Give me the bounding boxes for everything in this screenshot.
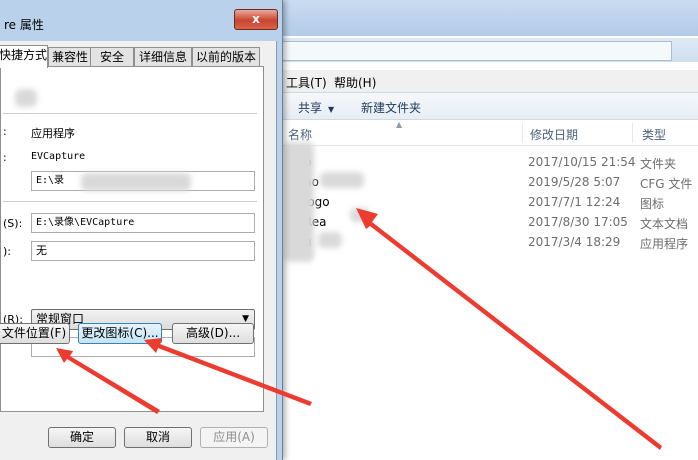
file-type: 文件夹 <box>640 157 677 171</box>
dialog-title: re 属性 <box>4 18 44 32</box>
tab-details[interactable]: 详细信息 <box>134 47 192 67</box>
file-date: 2017/10/15 21:54 <box>528 155 636 169</box>
open-file-location-button[interactable]: 文件位置(F) <box>0 323 70 344</box>
sort-ascending-icon: ▲ <box>396 120 403 129</box>
file-row[interactable]: ho 2019/5/28 5:07 CFG 文件 <box>250 172 698 192</box>
target-type-value: 应用程序 <box>31 127 75 140</box>
explorer-address-bar <box>250 38 698 62</box>
redaction-blur <box>320 172 364 188</box>
tab-security[interactable]: 安全 <box>90 47 134 67</box>
change-icon-button[interactable]: 更改图标(C)... <box>78 323 162 344</box>
column-type[interactable]: 类型 <box>642 126 666 143</box>
target-type-label: : <box>3 125 7 138</box>
tab-shortcut[interactable]: 快捷方式 <box>0 45 48 68</box>
column-separator[interactable] <box>522 123 523 143</box>
redaction-blur <box>318 232 342 248</box>
tab-strip: 快捷方式 兼容性 安全 详细信息 以前的版本 <box>0 45 276 68</box>
divider <box>3 113 257 114</box>
chevron-down-icon: ▼ <box>328 105 335 114</box>
redaction-blur <box>350 208 370 222</box>
column-name[interactable]: 名称 <box>288 126 312 143</box>
menu-help[interactable]: 帮助(H) <box>334 74 376 91</box>
explorer-menu-bar: 工具(T) 帮助(H) <box>250 70 698 93</box>
dialog-client-area: 快捷方式 兼容性 安全 详细信息 以前的版本 : 应用程序 : EVCaptur… <box>0 41 277 460</box>
apply-button[interactable]: 应用(A) <box>200 427 268 448</box>
redaction-blur <box>81 173 191 191</box>
start-in-input[interactable]: E:\录像\EVCapture <box>31 213 255 233</box>
file-row[interactable]: Rea 2017/8/30 17:05 文本文档 <box>250 212 698 232</box>
file-type: 应用程序 <box>640 237 689 251</box>
file-row[interactable]: b 2017/10/15 21:54 文件夹 <box>250 152 698 172</box>
hotkey-input[interactable]: 无 <box>31 241 255 261</box>
column-separator[interactable] <box>632 123 633 143</box>
target-location-value: EVCapture <box>31 151 86 162</box>
close-icon: x <box>252 12 260 26</box>
shortcut-tab-panel: : 应用程序 : EVCapture E:\录 (S): E:\录像\EVCap… <box>0 66 264 412</box>
explorer-toolbar: 共享 ▼ 新建文件夹 <box>250 93 698 120</box>
cancel-button[interactable]: 取消 <box>124 427 192 448</box>
tab-previous-versions[interactable]: 以前的版本 <box>192 47 260 67</box>
hotkey-label: ): <box>3 245 11 258</box>
file-date: 2017/7/1 12:24 <box>528 195 621 209</box>
file-type: 文本文档 <box>640 217 689 231</box>
redaction-blur <box>284 142 314 262</box>
shortcut-icon-blurred <box>15 89 37 107</box>
file-type: CFG 文件 <box>640 177 693 191</box>
divider <box>3 201 257 202</box>
start-in-label: (S): <box>3 217 23 230</box>
file-date: 2017/3/4 18:29 <box>528 235 621 249</box>
advanced-button[interactable]: 高级(D)... <box>172 323 254 344</box>
explorer-address-field[interactable] <box>270 41 672 61</box>
file-date: 2017/8/30 17:05 <box>528 215 628 229</box>
share-button[interactable]: 共享 ▼ <box>298 99 334 116</box>
share-label: 共享 <box>298 101 323 115</box>
column-date[interactable]: 修改日期 <box>530 126 578 143</box>
file-list-header: ▲ 名称 修改日期 类型 <box>250 120 698 146</box>
tab-compatibility[interactable]: 兼容性 <box>48 47 92 67</box>
file-row[interactable]: logo 2017/7/1 12:24 图标 <box>250 192 698 212</box>
close-button[interactable]: x <box>234 9 278 30</box>
file-date: 2019/5/28 5:07 <box>528 175 621 189</box>
new-folder-button[interactable]: 新建文件夹 <box>361 99 421 116</box>
ok-button[interactable]: 确定 <box>48 427 116 448</box>
properties-dialog: re 属性 x 快捷方式 兼容性 安全 详细信息 以前的版本 : 应用程序 : … <box>0 0 283 460</box>
file-type: 图标 <box>640 197 665 211</box>
target-location-label: : <box>3 151 7 164</box>
menu-tools[interactable]: 工具(T) <box>286 74 327 91</box>
